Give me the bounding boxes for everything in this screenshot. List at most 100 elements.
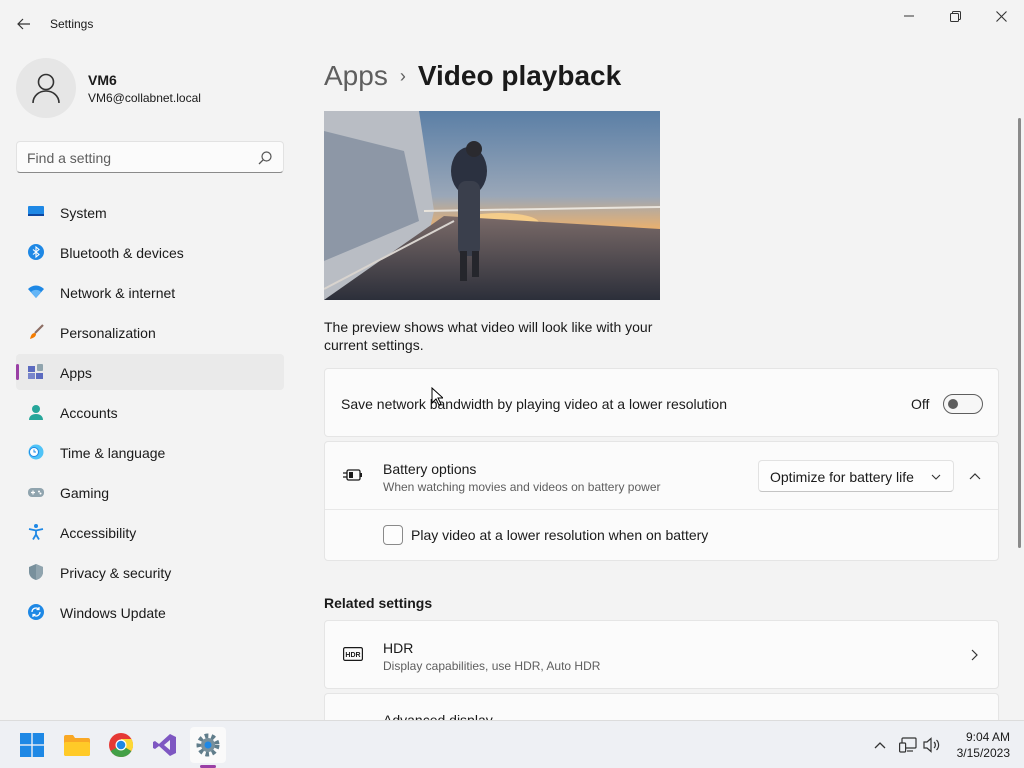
- minimize-icon: [904, 15, 914, 17]
- sidebar-item-label: Bluetooth & devices: [60, 245, 184, 261]
- sidebar-item-gaming[interactable]: Gaming: [16, 474, 284, 510]
- bandwidth-toggle[interactable]: [943, 394, 983, 414]
- system-icon: [28, 206, 44, 216]
- battery-mode-selected: Optimize for battery life: [770, 469, 914, 485]
- title-bar: Settings: [0, 0, 1024, 48]
- avatar: [16, 58, 76, 118]
- clock-time: 9:04 AM: [965, 730, 1010, 744]
- taskbar: 9:04 AM 3/15/2023: [0, 720, 1024, 768]
- search-box[interactable]: [16, 141, 284, 173]
- sidebar-item-system[interactable]: System: [16, 194, 284, 230]
- preview-description: The preview shows what video will look l…: [324, 319, 653, 353]
- user-profile[interactable]: VM6 VM6@collabnet.local: [16, 58, 286, 118]
- battery-options-subtitle: When watching movies and videos on batte…: [383, 480, 661, 494]
- related-settings-heading: Related settings: [324, 595, 433, 611]
- svg-text:HDR: HDR: [345, 652, 360, 659]
- gamepad-icon: [28, 488, 44, 497]
- chrome-icon: [109, 733, 133, 757]
- battery-lower-resolution-row: Play video at a lower resolution when on…: [325, 510, 998, 560]
- restore-icon: [949, 10, 961, 22]
- start-button[interactable]: [14, 727, 50, 763]
- hdr-settings-card[interactable]: HDR HDR Display capabilities, use HDR, A…: [324, 620, 999, 689]
- sidebar-item-personalization[interactable]: Personalization: [16, 314, 284, 350]
- breadcrumb-parent-link[interactable]: Apps: [324, 60, 388, 92]
- clock-globe-icon: [28, 444, 44, 460]
- battery-plug-icon: [343, 469, 362, 481]
- apps-icon: [28, 364, 43, 379]
- minimize-button[interactable]: [886, 4, 932, 28]
- show-hidden-icons-button[interactable]: [870, 735, 890, 755]
- advanced-display-card[interactable]: Advanced display: [324, 693, 999, 720]
- window-title: Settings: [50, 17, 94, 31]
- content-scrollbar[interactable]: [1018, 118, 1021, 548]
- speaker-icon: [923, 737, 940, 753]
- accounts-icon: [29, 405, 43, 420]
- network-wired-icon: [899, 737, 917, 753]
- close-icon: [995, 10, 1007, 22]
- network-tray-button[interactable]: [898, 735, 918, 755]
- breadcrumb-separator-icon: ›: [399, 65, 406, 86]
- advanced-display-title: Advanced display: [383, 712, 493, 720]
- restore-button[interactable]: [932, 4, 978, 28]
- toggle-knob: [948, 399, 958, 409]
- sidebar-item-label: Gaming: [60, 485, 110, 501]
- lower-resolution-battery-label: Play video at a lower resolution when on…: [411, 527, 709, 543]
- taskbar-clock[interactable]: 9:04 AM 3/15/2023: [946, 729, 1010, 761]
- settings-taskbar-button[interactable]: [190, 727, 226, 763]
- battery-options-card: Battery options When watching movies and…: [324, 441, 999, 561]
- collapse-button[interactable]: [961, 464, 989, 488]
- search-input[interactable]: [27, 148, 247, 168]
- sidebar-item-label: Personalization: [60, 325, 156, 341]
- search-icon[interactable]: [257, 150, 273, 166]
- hdr-title: HDR: [383, 640, 414, 656]
- user-email: VM6@collabnet.local: [88, 91, 201, 105]
- volume-tray-button[interactable]: [922, 735, 942, 755]
- sidebar-item-accessibility[interactable]: Accessibility: [16, 514, 284, 550]
- sidebar-item-apps[interactable]: Apps: [16, 354, 284, 390]
- file-explorer-button[interactable]: [59, 727, 95, 763]
- battery-options-title: Battery options: [383, 461, 477, 477]
- breadcrumb: Apps › Video playback: [324, 58, 621, 94]
- sidebar-item-label: Network & internet: [60, 285, 176, 301]
- file-explorer-icon: [64, 735, 90, 756]
- start-icon: [20, 733, 44, 757]
- bandwidth-state-label: Off: [911, 396, 930, 412]
- sidebar-item-label: Accounts: [60, 405, 118, 421]
- lower-resolution-battery-checkbox[interactable]: [383, 525, 403, 545]
- sidebar-item-network[interactable]: Network & internet: [16, 274, 284, 310]
- battery-mode-dropdown[interactable]: Optimize for battery life: [758, 460, 954, 492]
- person-icon: [32, 73, 60, 104]
- hdr-subtitle: Display capabilities, use HDR, Auto HDR: [383, 659, 601, 673]
- video-preview-image: [324, 111, 660, 300]
- sidebar-item-label: System: [60, 205, 107, 221]
- hdr-icon: HDR: [343, 647, 363, 661]
- bandwidth-label: Save network bandwidth by playing video …: [341, 396, 728, 412]
- chrome-button[interactable]: [103, 727, 139, 763]
- page-title: Video playback: [417, 60, 622, 91]
- sidebar-item-accounts[interactable]: Accounts: [16, 394, 284, 430]
- back-button[interactable]: [12, 12, 36, 36]
- sidebar-nav: System Bluetooth & devices Network & int…: [16, 194, 284, 634]
- accessibility-icon: [28, 524, 44, 540]
- visual-studio-icon: [153, 734, 176, 756]
- sidebar-item-windows-update[interactable]: Windows Update: [16, 594, 284, 630]
- chevron-down-icon: [931, 474, 941, 480]
- brush-icon: [30, 324, 44, 339]
- user-name: VM6: [88, 72, 117, 88]
- sidebar-item-time-language[interactable]: Time & language: [16, 434, 284, 470]
- close-button[interactable]: [978, 4, 1024, 28]
- chevron-right-icon: [971, 649, 978, 661]
- back-arrow-icon: [17, 18, 30, 30]
- sidebar-item-label: Time & language: [60, 445, 166, 461]
- sidebar-item-privacy[interactable]: Privacy & security: [16, 554, 284, 590]
- sidebar-item-label: Privacy & security: [60, 565, 172, 581]
- mouse-cursor-icon: [431, 387, 443, 406]
- clock-date: 3/15/2023: [956, 746, 1010, 760]
- sidebar-item-label: Accessibility: [60, 525, 137, 541]
- settings-icon: [196, 733, 220, 757]
- chevron-up-icon: [969, 472, 981, 479]
- visual-studio-button[interactable]: [147, 727, 183, 763]
- sidebar-item-bluetooth[interactable]: Bluetooth & devices: [16, 234, 284, 270]
- bandwidth-setting-card: Save network bandwidth by playing video …: [324, 368, 999, 437]
- battery-options-header[interactable]: Battery options When watching movies and…: [325, 442, 998, 510]
